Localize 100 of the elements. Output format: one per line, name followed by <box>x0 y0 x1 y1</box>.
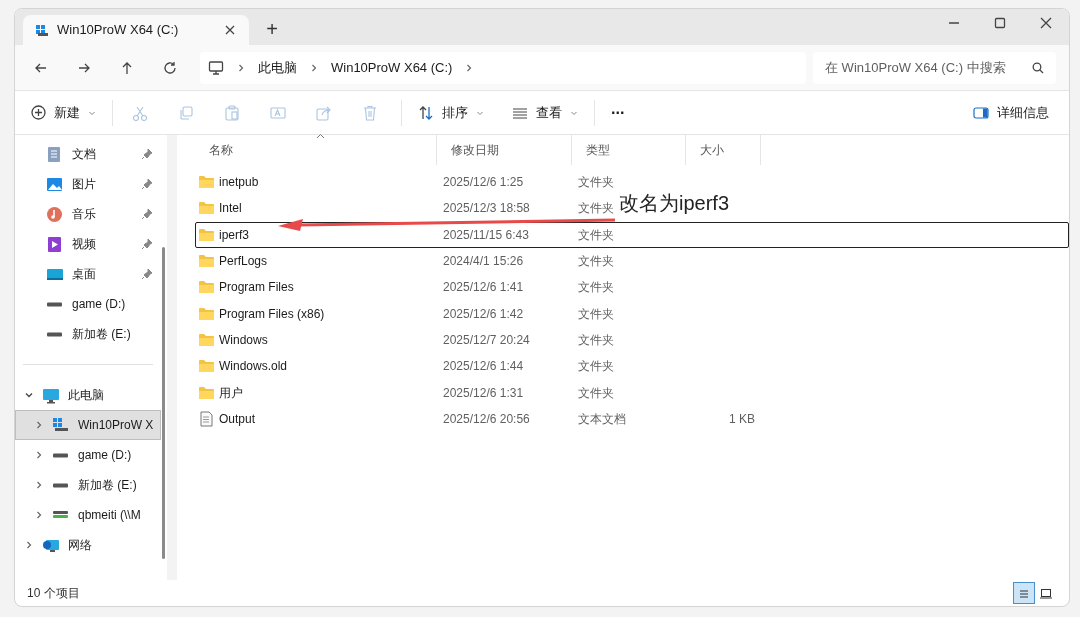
file-type: 文件夹 <box>578 305 614 323</box>
system-drive-icon <box>35 24 49 36</box>
close-icon[interactable] <box>1040 17 1052 29</box>
folder-icon <box>198 227 215 242</box>
file-type: 文件夹 <box>578 174 614 192</box>
sort-caret-icon <box>315 133 325 139</box>
chevron-right-icon <box>34 420 44 430</box>
modified-date: 2025/12/7 20:24 <box>442 331 531 349</box>
chevron-right-icon <box>236 62 246 73</box>
column-header[interactable]: 修改日期 <box>437 135 572 165</box>
computer-icon <box>42 386 60 404</box>
drive-icon <box>47 331 63 337</box>
file-type: 文件夹 <box>578 384 614 402</box>
file-name: Program Files <box>219 279 294 297</box>
file-type: 文件夹 <box>578 279 614 297</box>
modified-date: 2025/12/6 1:41 <box>442 279 525 297</box>
folder-icon <box>198 306 215 321</box>
sort-arrows-icon <box>418 104 434 121</box>
details-pane-icon <box>973 104 989 121</box>
tree-item[interactable]: 此电脑 <box>15 380 161 410</box>
sidebar-item[interactable]: game (D:) <box>15 289 161 319</box>
sidebar-item[interactable]: 图片 <box>15 169 161 199</box>
folder-icon <box>198 254 215 269</box>
network-drive-icon <box>53 511 69 519</box>
text-file-icon <box>198 410 215 427</box>
breadcrumb-item[interactable]: 此电脑 <box>258 57 297 78</box>
file-type: 文本文档 <box>578 410 626 428</box>
chevron-right-icon <box>309 62 319 73</box>
file-type: 文件夹 <box>578 200 614 218</box>
search-icon <box>1032 61 1044 74</box>
chevron-right-icon <box>34 510 44 520</box>
video-icon <box>46 235 64 253</box>
file-name: Output <box>219 410 256 428</box>
file-name: Intel <box>219 200 242 218</box>
folder-icon <box>198 332 215 347</box>
breadcrumb-item[interactable]: Win10ProW X64 (C:) <box>331 57 453 78</box>
folder-icon <box>198 201 215 216</box>
sort-button[interactable]: 排序 <box>410 97 492 128</box>
drive-icon <box>53 452 69 458</box>
file-name: 用户 <box>219 384 243 402</box>
modified-date: 2025/12/6 20:56 <box>442 410 531 428</box>
file-type: 文件夹 <box>578 331 614 349</box>
file-name: Windows.old <box>219 358 288 376</box>
details-pane-button[interactable]: 详细信息 <box>965 97 1057 128</box>
sidebar-item[interactable]: 新加卷 (E:) <box>15 319 161 349</box>
modified-date: 2025/12/6 1:44 <box>442 358 525 376</box>
folder-icon <box>198 175 215 190</box>
annotation-text: 改名为iperf3 <box>619 193 730 213</box>
refresh-icon[interactable] <box>162 59 178 76</box>
tab-title: Win10ProW X64 (C:) <box>57 21 180 40</box>
monitor-icon <box>208 59 224 76</box>
picture-icon <box>46 175 64 193</box>
tree-item[interactable]: 网络 <box>15 530 161 560</box>
music-icon <box>46 205 64 223</box>
view-button[interactable]: 查看 <box>504 97 586 128</box>
tree-item[interactable]: Win10ProW X <box>15 410 161 440</box>
modified-date: 2025/11/15 6:43 <box>442 226 530 244</box>
modified-date: 2024/4/1 15:26 <box>442 253 525 271</box>
more-button[interactable]: ··· <box>603 100 633 125</box>
item-count: 10 个项目 <box>27 585 80 602</box>
view-toggle[interactable] <box>1013 582 1035 604</box>
sidebar-item[interactable]: 音乐 <box>15 199 161 229</box>
address-field[interactable]: 此电脑 Win10ProW X64 (C:) <box>200 51 806 84</box>
modified-date: 2025/12/6 1:31 <box>442 384 525 402</box>
folder-icon <box>198 385 215 400</box>
column-header[interactable]: 名称 <box>195 135 437 165</box>
modified-date: 2025/12/6 1:25 <box>442 174 525 192</box>
file-type: 文件夹 <box>578 253 614 271</box>
column-header[interactable]: 大小 <box>686 135 761 165</box>
tree-item[interactable]: game (D:) <box>15 440 161 470</box>
tab[interactable]: Win10ProW X64 (C:) <box>23 15 249 45</box>
file-name: Windows <box>219 331 268 349</box>
tree-item[interactable]: qbmeiti (\\M <box>15 500 161 530</box>
folder-icon <box>198 280 215 295</box>
system-drive-icon <box>52 416 70 434</box>
sidebar-item[interactable]: 文档 <box>15 139 161 169</box>
drive-icon <box>53 482 69 488</box>
search-field[interactable]: 在 Win10ProW X64 (C:) 中搜索 <box>813 51 1056 84</box>
chevron-right-icon <box>24 540 34 550</box>
plus-icon <box>31 105 46 120</box>
file-name: inetpub <box>219 174 259 192</box>
file-type: 文件夹 <box>578 358 614 376</box>
chevron-right-icon <box>34 450 44 460</box>
sidebar-item[interactable]: 视频 <box>15 229 161 259</box>
folder-icon <box>198 359 215 374</box>
chevron-down-icon <box>24 390 34 400</box>
modified-date: 2025/12/6 1:42 <box>442 305 525 323</box>
file-size: 1 KB <box>728 410 756 428</box>
file-name: Program Files (x86) <box>219 305 325 323</box>
maximize-icon[interactable] <box>994 17 1006 29</box>
sidebar-item[interactable]: 桌面 <box>15 259 161 289</box>
chevron-right-icon <box>34 480 44 490</box>
file-name: iperf3 <box>219 226 250 244</box>
new-tab-button[interactable]: + <box>257 14 287 44</box>
file-type: 文件夹 <box>578 226 614 244</box>
column-header[interactable]: 类型 <box>572 135 686 165</box>
new-button[interactable]: 新建 <box>27 97 100 128</box>
tree-item[interactable]: 新加卷 (E:) <box>15 470 161 500</box>
close-icon[interactable] <box>223 23 237 37</box>
scrollbar[interactable] <box>162 247 165 559</box>
